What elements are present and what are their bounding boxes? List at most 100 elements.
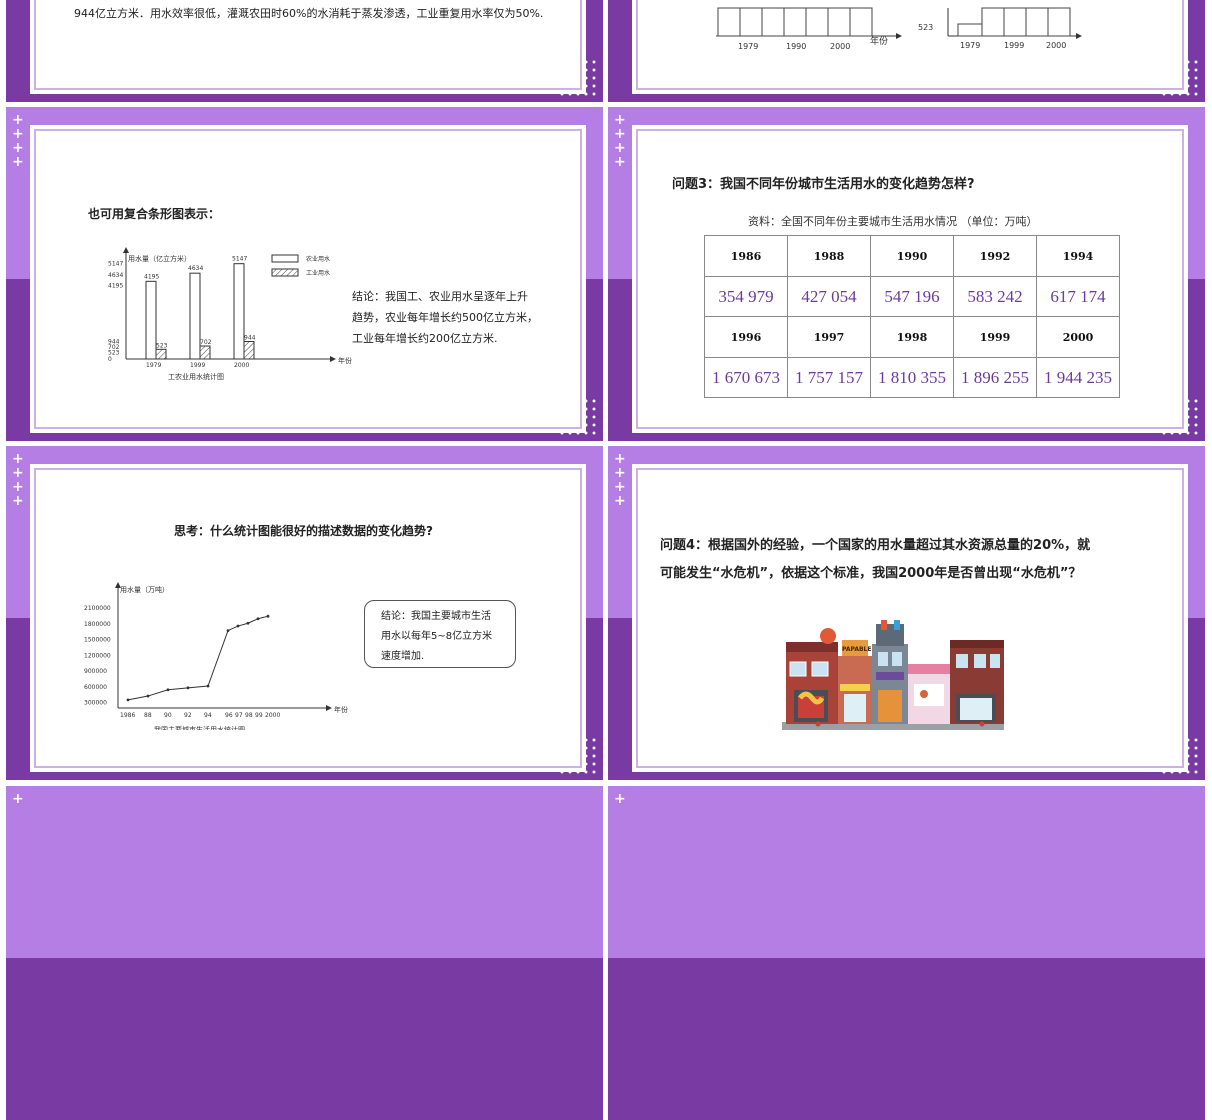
bar-industry [155, 348, 167, 360]
dot-pattern [1160, 333, 1184, 389]
x-axis-label: 年份 [338, 356, 352, 365]
plus-icon: + [12, 112, 24, 128]
y-axis-label: 用水量（万吨） [120, 585, 169, 594]
x-axis-label: 年份 [334, 705, 348, 714]
data-point [226, 629, 230, 632]
data-label: 702 [200, 339, 212, 346]
table-cell: 354 979 [704, 276, 788, 317]
city-street-illustration: PAPABLE [782, 620, 1004, 730]
x-tick-label: 92 [184, 712, 192, 719]
slide-3-heading: 也可用复合条形图表示： [88, 207, 221, 221]
tick-2000-b: 2000 [1046, 41, 1066, 50]
question-line: 问题4：根据国外的经验，一个国家的用水量超过其水资源总量的20%，就 [660, 538, 1091, 553]
conclusion-line: 速度增加. [381, 651, 425, 662]
table-cell: 1 944 235 [1036, 357, 1120, 398]
table-row: 1996 1997 1998 1999 2000 [704, 316, 1120, 358]
slide-4-frame: 问题3：我国不同年份城市生活用水的变化趋势怎样? 资料：全国不同年份主要城市生活… [636, 129, 1184, 429]
y-tick-label: 1800000 [84, 621, 111, 628]
y-tick-label: 0 [108, 356, 112, 363]
dot-pattern [558, 736, 598, 776]
data-point [186, 686, 190, 690]
bar-industry [199, 345, 211, 360]
tick-2000: 2000 [830, 42, 850, 51]
table-row: 354 979 427 054 547 196 583 242 617 174 [704, 276, 1120, 317]
plus-icon: + [614, 479, 626, 495]
plus-icon: + [614, 493, 626, 509]
slide-4-question: 问题3：我国不同年份城市生活用水的变化趋势怎样? [672, 177, 975, 192]
bar-agriculture [189, 272, 201, 360]
y-tick-label: 900000 [84, 668, 107, 675]
question-line: 可能发生“水危机”，依据这个标准，我国2000年是否曾出现“水危机”？ [660, 566, 1082, 581]
slide-4[interactable]: + + + + 问题3：我国不同年份城市生活用水的变化趋势怎样? 资料：全国不同… [608, 107, 1205, 441]
slide-3[interactable]: + + + + 也可用复合条形图表示： 用水量（亿立方米） 年份 工农业用水统计图 5… [6, 107, 603, 441]
data-point [236, 624, 240, 628]
plus-icon: + [614, 140, 626, 156]
y-tick-label: 5147 [108, 261, 123, 268]
x-tick-label: 1979 [146, 362, 161, 369]
data-point [206, 684, 210, 688]
dot-pattern [1160, 58, 1200, 98]
slide-7[interactable]: + [6, 786, 603, 1120]
table-cell: 1986 [704, 235, 788, 277]
dot-pattern [558, 397, 598, 437]
table-cell: 1 670 673 [704, 357, 788, 398]
y-axis-label: 用水量（亿立方米） [128, 254, 191, 263]
dot-pattern [558, 672, 582, 728]
table-cell: 1998 [870, 316, 954, 358]
shop-sign: PAPABLE [842, 646, 871, 653]
slide-6[interactable]: + + + + 问题4：根据国外的经验，一个国家的用水量超过其水资源总量的20%… [608, 446, 1205, 780]
data-label: 4634 [188, 265, 203, 272]
y-tick-label: 300000 [84, 700, 107, 707]
slide-5[interactable]: + + + + 思考：什么统计图能很好的描述数据的变化趋势? 用水量（万吨） 年份… [6, 446, 603, 780]
bar-industry [243, 341, 255, 360]
tick-523: 523 [918, 23, 933, 32]
bar-agriculture [233, 263, 245, 360]
data-point [126, 698, 130, 702]
conclusion-line: 结论：我国主要城市生活 [381, 611, 491, 622]
table-cell: 1 757 157 [787, 357, 871, 398]
tick-1979: 1979 [738, 42, 758, 51]
table-row: 1986 1988 1990 1992 1994 [704, 235, 1120, 277]
y-tick-label: 4195 [108, 282, 123, 289]
composite-bar-chart: 用水量（亿立方米） 年份工农业用水统计图 5147 4634 4195 944 702 523… [108, 247, 352, 381]
plus-icon: + [12, 493, 24, 509]
table-cell: 1990 [870, 235, 954, 277]
x-axis-arrow [326, 705, 332, 711]
data-point [256, 617, 260, 621]
table-cell: 1997 [787, 316, 871, 358]
data-point [166, 688, 170, 692]
tick-1999-b: 1999 [1004, 41, 1024, 50]
conclusion-line: 结论：我国工、农业用水呈逐年上升 [352, 290, 528, 303]
tick-1990: 1990 [786, 42, 806, 51]
conclusion-box: 结论：我国主要城市生活 用水以每年5~8亿立方米 速度增加. [364, 600, 516, 668]
x-tick-label: 97 [235, 712, 243, 719]
legend-label: 农业用水 [306, 255, 330, 263]
table-cell: 617 174 [1036, 276, 1120, 317]
data-point [246, 621, 250, 625]
dot-pattern [558, 333, 582, 389]
tick-1979-b: 1979 [960, 41, 980, 50]
x-tick-label: 96 [225, 712, 233, 719]
slide-8[interactable]: + [608, 786, 1205, 1120]
chart-title: 工农业用水统计图 [168, 372, 224, 381]
conclusion-line: 工业每年增长约200亿立方米. [352, 332, 498, 345]
x-tick-label: 90 [164, 712, 172, 719]
plus-icon: + [12, 479, 24, 495]
dot-pattern [1160, 397, 1200, 437]
x-axis-label: 年份 [870, 35, 888, 47]
slide-1-text: 944亿立方米．用水效率很低，灌溉农田时60%的水消耗于蒸发渗透，工业重复用水率… [74, 7, 544, 20]
dot-pattern [1160, 672, 1184, 728]
data-label: 4195 [144, 273, 159, 280]
water-usage-table: 1986 1988 1990 1992 1994 354 979 427 054… [704, 235, 1120, 398]
slide-2[interactable]: 1979 1990 2000 年份 523 1979 1999 2000 [608, 0, 1205, 102]
slide-6-question: 问题4：根据国外的经验，一个国家的用水量超过其水资源总量的20%，就 可能发生“… [660, 532, 1170, 588]
plus-icon: + [614, 451, 626, 467]
legend-swatch-agriculture [271, 254, 299, 263]
x-tick-label: 2000 [265, 712, 280, 719]
slide-5-frame: 思考：什么统计图能很好的描述数据的变化趋势? 用水量（万吨） 年份 我国主要城市生活… [34, 468, 582, 768]
x-tick-label: 1986 [120, 712, 135, 719]
slide-1[interactable]: 944亿立方米．用水效率很低，灌溉农田时60%的水消耗于蒸发渗透，工业重复用水率… [6, 0, 603, 102]
chart-title: 我国主要城市生活用水统计图 [154, 725, 245, 730]
x-tick-label: 94 [204, 712, 212, 719]
conclusion-line: 用水以每年5~8亿立方米 [381, 631, 493, 642]
